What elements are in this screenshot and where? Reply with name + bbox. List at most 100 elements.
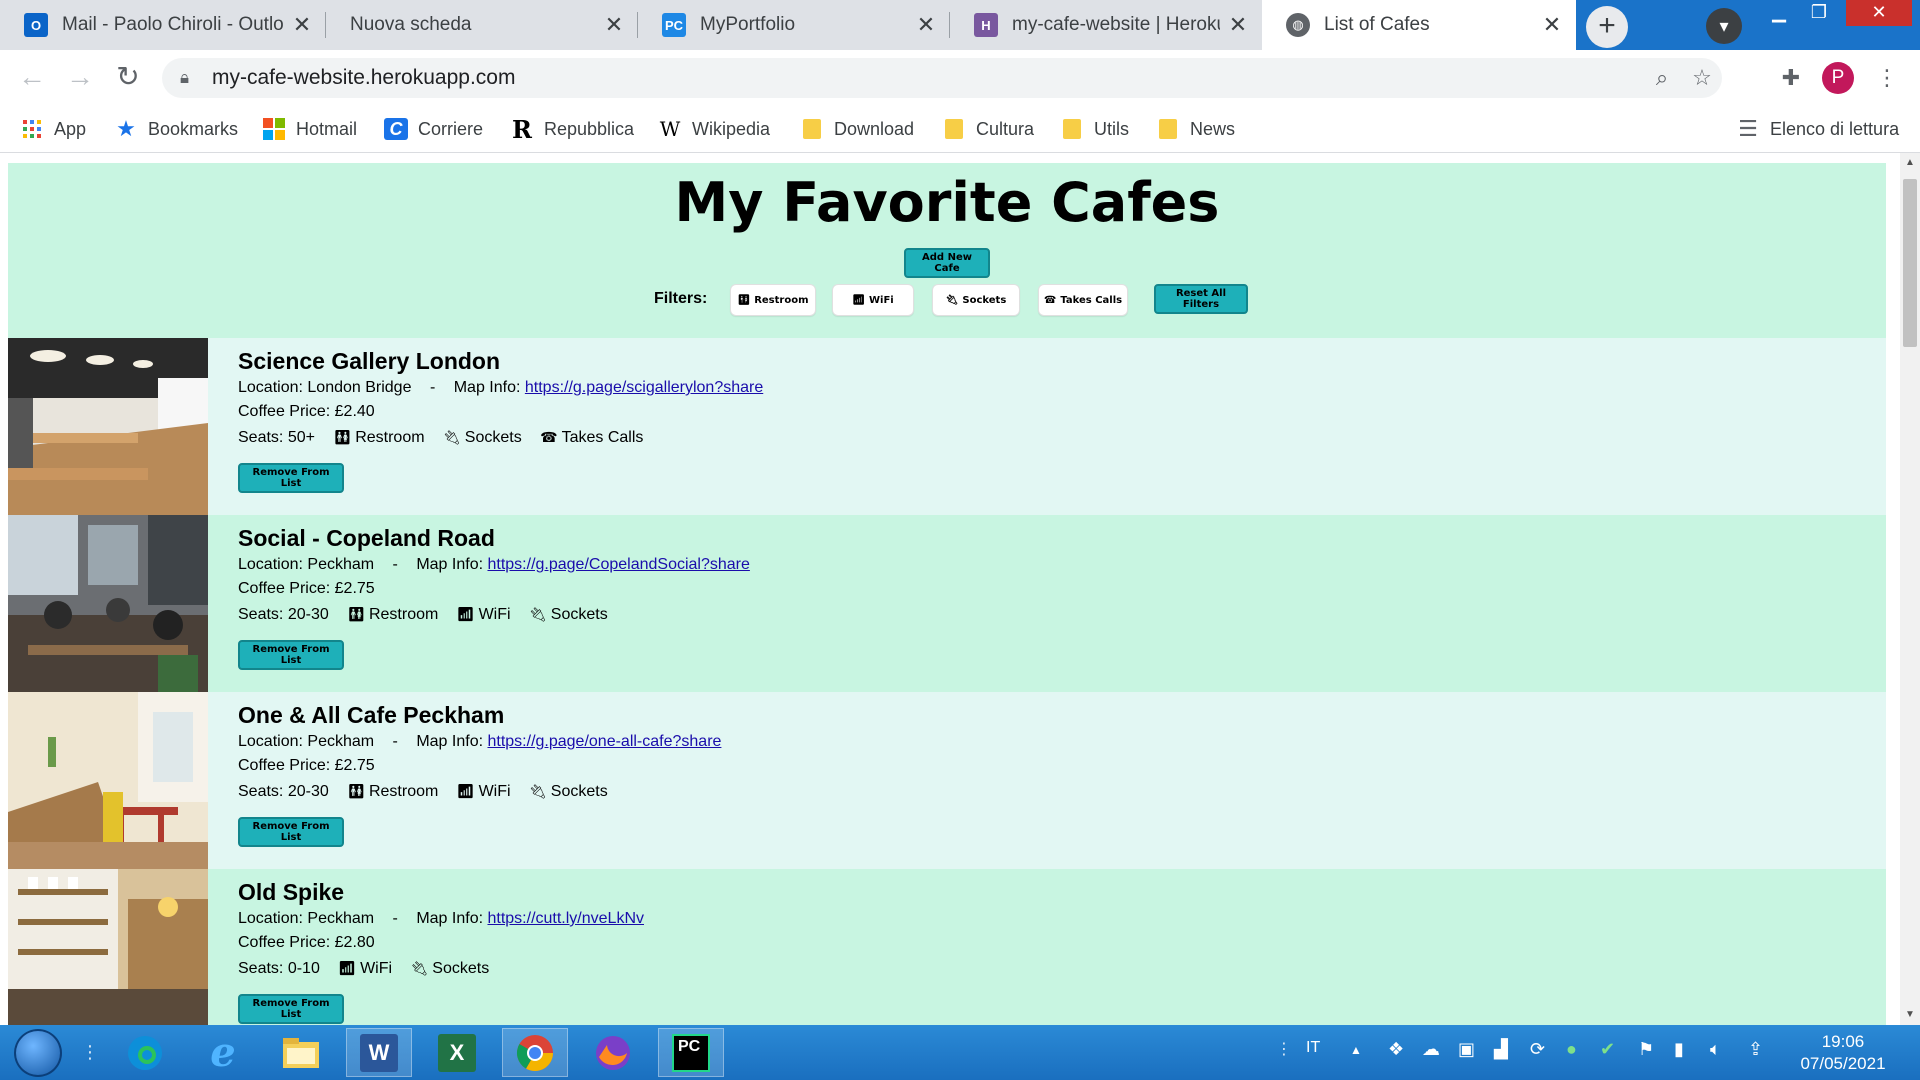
url-text[interactable]: my-cafe-website.herokuapp.com (212, 66, 1642, 90)
page-scrollbar[interactable]: ▲ ▼ (1900, 153, 1920, 1025)
forward-icon[interactable]: → (64, 62, 96, 94)
bookmark-hotmail[interactable]: Hotmail (262, 116, 357, 142)
address-bar[interactable]: 🔒︎ my-cafe-website.herokuapp.com ⌕ ☆ (162, 58, 1722, 98)
bookmark-news[interactable]: News (1156, 116, 1235, 142)
language-indicator[interactable]: IT (1306, 1039, 1320, 1057)
close-tab-icon[interactable]: ✕ (1542, 14, 1562, 36)
checkmark-shield-icon[interactable]: ✔ (1600, 1039, 1615, 1060)
bookmark-wikipedia[interactable]: W Wikipedia (658, 116, 770, 142)
profile-avatar[interactable]: P (1822, 62, 1854, 94)
cafe-location: Peckham (307, 910, 375, 927)
onedrive-cloud-icon[interactable]: ☁ (1422, 1039, 1440, 1060)
filter-restroom-button[interactable]: 🚻︎ Restroom (730, 284, 816, 316)
cafe-name: One & All Cafe Peckham (238, 702, 505, 728)
restore-icon[interactable]: ❐ (1800, 0, 1838, 26)
scrollbar-thumb[interactable] (1903, 179, 1917, 347)
cafe-seats: 20-30 (287, 606, 329, 623)
bookmark-corriere[interactable]: C Corriere (384, 116, 483, 142)
filter-wifi-button[interactable]: 📶︎ WiFi (832, 284, 914, 316)
bookmark-label: Utils (1094, 118, 1129, 139)
page-viewport: My Favorite Cafes Add New Cafe Filters: … (0, 153, 1900, 1025)
taskbar-clock[interactable]: 19:06 07/05/2021 (1788, 1031, 1898, 1075)
cafe-location-line: Location: Peckham - Map Info: https://g.… (238, 733, 721, 751)
browser-toolbar: ← → ↻ 🔒︎ my-cafe-website.herokuapp.com ⌕… (0, 50, 1920, 106)
window-close-icon[interactable]: ✕ (1846, 0, 1912, 26)
menu-kebab-icon[interactable]: ⋮ (1870, 62, 1904, 94)
remove-from-list-button[interactable]: Remove From List (238, 463, 344, 493)
remove-from-list-button[interactable]: Remove From List (238, 640, 344, 670)
scroll-up-arrow-icon[interactable]: ▲ (1900, 157, 1920, 168)
taskbar-edge-icon[interactable] (112, 1028, 178, 1077)
storage-icon[interactable]: ▣ (1458, 1039, 1475, 1060)
reload-icon[interactable]: ↻ (112, 62, 144, 94)
map-link[interactable]: https://g.page/CopelandSocial?share (487, 556, 749, 573)
cafe-photo (8, 338, 208, 515)
pycharm-icon: PC (662, 13, 686, 37)
restroom-icon: 🚻︎ (333, 429, 352, 445)
cafe-location: London Bridge (307, 379, 412, 396)
reading-list-label: Elenco di lettura (1770, 118, 1900, 139)
tab-new[interactable]: Nuova scheda ✕ (326, 0, 638, 50)
bookmark-apps[interactable]: App (20, 116, 86, 142)
action-center-flag-icon[interactable]: ⚑ (1638, 1039, 1654, 1060)
volume-icon[interactable]: 🔈︎ (1710, 1039, 1721, 1060)
filter-takes-calls-button[interactable]: ☎ Takes Calls (1038, 284, 1128, 316)
taskbar-excel-icon[interactable]: X (424, 1028, 490, 1077)
bookmark-cultura[interactable]: Cultura (942, 116, 1034, 142)
amenity-restroom: 🚻︎ Restroom (347, 783, 438, 800)
reading-list-button[interactable]: ☰ Elenco di lettura (1736, 116, 1899, 142)
taskbar-ie-icon[interactable]: e (190, 1028, 256, 1077)
new-tab-button[interactable]: + (1586, 6, 1628, 48)
start-button[interactable] (14, 1029, 62, 1077)
bookmark-star-icon[interactable]: ☆ (1682, 65, 1722, 91)
map-link[interactable]: https://cutt.ly/nveLkNv (487, 910, 644, 927)
extensions-icon[interactable]: ✚ (1774, 62, 1808, 94)
close-tab-icon[interactable]: ✕ (1228, 14, 1248, 36)
zoom-icon[interactable]: ⌕ (1642, 65, 1682, 91)
map-link[interactable]: https://g.page/scigallerylon?share (525, 379, 763, 396)
minimize-icon[interactable]: ▁ (1760, 0, 1798, 26)
network-signal-icon[interactable]: ▟ (1494, 1039, 1508, 1060)
lock-icon[interactable]: 🔒︎ (180, 68, 200, 88)
bookmark-download[interactable]: Download (800, 116, 914, 142)
map-link[interactable]: https://g.page/one-all-cafe?share (487, 733, 721, 750)
taskbar-chrome-icon[interactable] (502, 1028, 568, 1077)
remove-from-list-button[interactable]: Remove From List (238, 994, 344, 1024)
amenity-sockets: 🔌︎ Sockets (411, 960, 490, 977)
bookmark-utils[interactable]: Utils (1060, 116, 1129, 142)
upwork-icon[interactable]: ● (1566, 1039, 1577, 1060)
cafe-location-line: Location: Peckham - Map Info: https://g.… (238, 556, 750, 574)
map-info-label: Map Info: (416, 910, 484, 927)
cloud-upload-icon[interactable]: ⇪ (1748, 1039, 1763, 1060)
map-info-label: Map Info: (416, 556, 484, 573)
add-new-cafe-button[interactable]: Add New Cafe (904, 248, 990, 278)
sync-icon[interactable]: ⟳ (1530, 1039, 1545, 1060)
amenity-sockets: 🔌︎ Sockets (529, 783, 608, 800)
dropbox-icon[interactable]: ❖ (1388, 1039, 1404, 1060)
back-icon[interactable]: ← (16, 62, 48, 94)
cafe-seats-line: Seats: 50+ 🚻︎ Restroom 🔌︎ Sockets ☎ Takes C… (238, 429, 643, 447)
close-tab-icon[interactable]: ✕ (604, 14, 624, 36)
tab-search-icon[interactable]: ▾ (1706, 8, 1742, 44)
close-tab-icon[interactable]: ✕ (292, 14, 312, 36)
remove-from-list-button[interactable]: Remove From List (238, 817, 344, 847)
show-hidden-icons-icon[interactable]: ▲ (1350, 1043, 1362, 1057)
filter-sockets-button[interactable]: 🔌︎ Sockets (932, 284, 1020, 316)
close-tab-icon[interactable]: ✕ (916, 14, 936, 36)
taskbar-firefox-icon[interactable] (580, 1028, 646, 1077)
bookmark-repubblica[interactable]: R Repubblica (510, 115, 634, 144)
tab-list-of-cafes[interactable]: ◍ List of Cafes ✕ (1262, 0, 1576, 50)
tab-outlook[interactable]: O Mail - Paolo Chiroli - Outlo ✕ (0, 0, 326, 50)
taskbar-explorer-icon[interactable] (268, 1028, 334, 1077)
separator-dash: - (392, 733, 398, 750)
tab-heroku[interactable]: H my-cafe-website | Heroku ✕ (950, 0, 1262, 50)
scroll-down-arrow-icon[interactable]: ▼ (1900, 1009, 1920, 1020)
cafe-price: £2.40 (334, 403, 375, 420)
bookmark-bookmarks[interactable]: ★ Bookmarks (114, 116, 238, 142)
taskbar-pycharm-icon[interactable]: PC (658, 1028, 724, 1077)
filter-label: Takes Calls (1060, 294, 1123, 306)
battery-icon[interactable]: ▮ (1674, 1039, 1684, 1060)
tab-myportfolio[interactable]: PC MyPortfolio ✕ (638, 0, 950, 50)
reset-filters-button[interactable]: Reset All Filters (1154, 284, 1248, 314)
taskbar-word-icon[interactable]: W (346, 1028, 412, 1077)
